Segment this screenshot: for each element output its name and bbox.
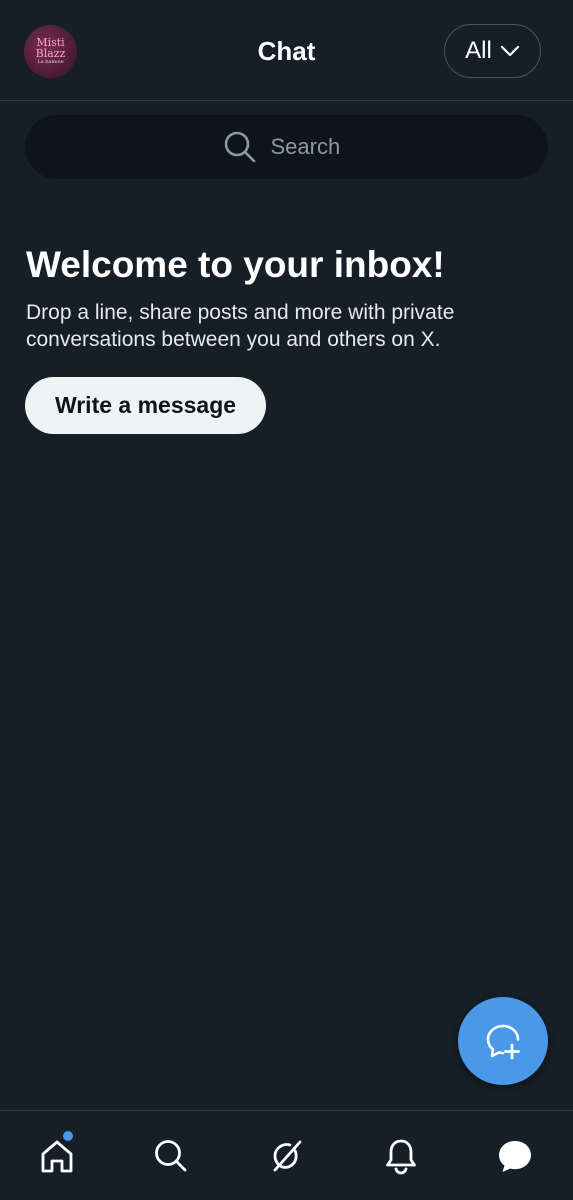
nav-notifications[interactable]: [376, 1131, 426, 1181]
welcome-title: Welcome to your inbox!: [26, 244, 445, 285]
search-icon: [224, 131, 255, 163]
filter-label: All: [465, 37, 492, 64]
top-app-bar: Misti Blazz La bamoie Chat All: [0, 0, 573, 101]
search-input[interactable]: [270, 134, 351, 160]
search-bar[interactable]: [25, 115, 548, 179]
notification-dot: [63, 1131, 73, 1141]
nav-home[interactable]: [32, 1131, 82, 1181]
nav-search[interactable]: [146, 1131, 196, 1181]
welcome-description: Drop a line, share posts and more with p…: [26, 301, 455, 351]
home-icon: [41, 1140, 73, 1173]
filter-dropdown[interactable]: All: [444, 24, 541, 78]
new-message-fab[interactable]: [458, 997, 548, 1085]
grok-icon: [273, 1140, 302, 1172]
chat-bubble-icon: [499, 1141, 531, 1172]
bottom-navigation: [0, 1110, 573, 1200]
nav-messages[interactable]: [490, 1131, 540, 1181]
write-message-button[interactable]: Write a message: [25, 377, 266, 434]
new-chat-icon: [486, 1024, 520, 1060]
chevron-down-icon: [500, 45, 519, 57]
nav-grok[interactable]: [261, 1131, 311, 1181]
bell-icon: [386, 1139, 416, 1175]
search-icon: [155, 1140, 187, 1172]
